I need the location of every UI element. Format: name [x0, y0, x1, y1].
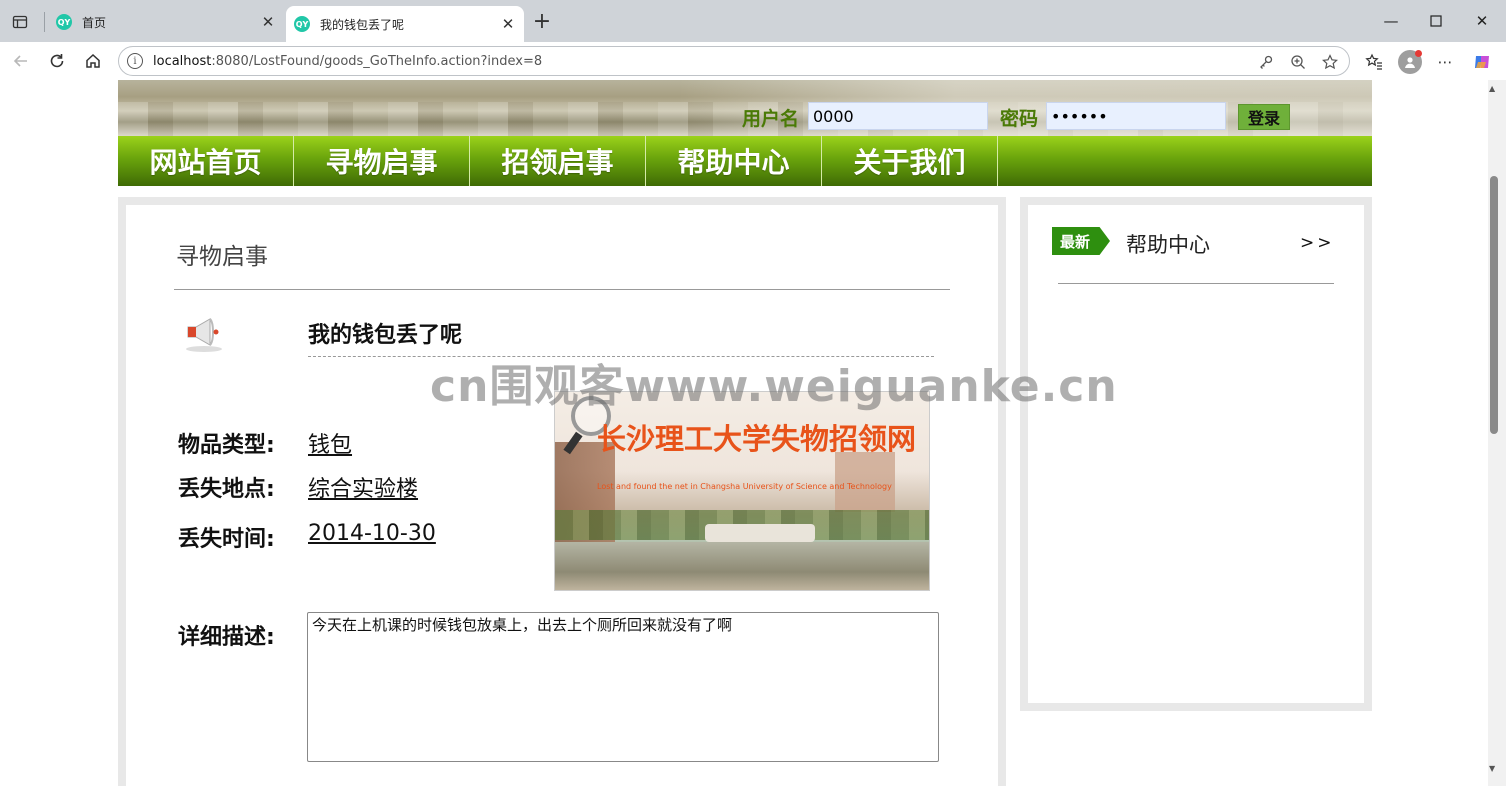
- new-badge: 最新: [1052, 227, 1110, 255]
- sidebar-title: 帮助中心: [1126, 233, 1210, 257]
- site-info-icon[interactable]: i: [127, 53, 143, 69]
- section-title: 寻物启事: [176, 244, 268, 270]
- tab-title: 我的钱包丢了呢: [320, 17, 405, 32]
- scroll-up-icon[interactable]: ▲: [1489, 84, 1495, 93]
- nav-item-help[interactable]: 帮助中心: [646, 136, 822, 186]
- home-icon[interactable]: [80, 48, 106, 74]
- sidebar-divider: [1058, 283, 1334, 284]
- scrollbar-thumb[interactable]: [1490, 176, 1498, 434]
- header-banner: 用户名 密码 登录: [118, 80, 1372, 136]
- site-favicon-icon: QY: [56, 14, 72, 30]
- key-icon[interactable]: [1257, 53, 1275, 71]
- more-menu-icon[interactable]: ⋯: [1433, 50, 1457, 74]
- reload-icon[interactable]: [44, 48, 70, 74]
- close-tab-icon[interactable]: ✕: [260, 14, 276, 30]
- notification-dot: [1415, 50, 1422, 57]
- username-input[interactable]: [808, 102, 988, 130]
- url-path: :8080/LostFound/goods_GoTheInfo.action?i…: [211, 53, 543, 69]
- help-center-panel: 最新 帮助中心 >>: [1020, 197, 1372, 711]
- watermark: cn围观客www.weiguanke.cn: [430, 361, 1118, 412]
- megaphone-icon: [182, 311, 226, 355]
- page-viewport: 用户名 密码 登录 网站首页 寻物启事 招领启事 帮助中心 关于我们 寻物启事 …: [0, 80, 1488, 786]
- browser-tab-bar: QY 首页 ✕ QY 我的钱包丢了呢 ✕ + — ✕: [0, 0, 1506, 42]
- field-label-location: 丢失地点:: [178, 477, 275, 502]
- field-value-location[interactable]: 综合实验楼: [308, 471, 418, 503]
- new-tab-icon[interactable]: +: [530, 10, 554, 34]
- field-value-type[interactable]: 钱包: [308, 427, 352, 459]
- nav-item-lost[interactable]: 寻物启事: [294, 136, 470, 186]
- main-nav: 网站首页 寻物启事 招领启事 帮助中心 关于我们: [118, 136, 1372, 186]
- browser-tab-active[interactable]: QY 我的钱包丢了呢 ✕: [286, 6, 524, 42]
- minimize-icon[interactable]: —: [1376, 8, 1406, 34]
- copilot-icon[interactable]: [1470, 50, 1494, 74]
- tab-title: 首页: [82, 15, 107, 30]
- browser-tab-home[interactable]: QY 首页 ✕: [48, 6, 284, 38]
- nav-item-found[interactable]: 招领启事: [470, 136, 646, 186]
- username-label: 用户名: [742, 108, 800, 130]
- maximize-icon[interactable]: [1421, 8, 1451, 34]
- url-host: localhost: [153, 53, 212, 69]
- back-icon[interactable]: [8, 48, 34, 74]
- more-link[interactable]: >>: [1300, 233, 1335, 253]
- login-button[interactable]: 登录: [1238, 104, 1290, 130]
- tab-separator: [44, 12, 45, 32]
- favorite-star-icon[interactable]: [1321, 53, 1339, 71]
- item-detail-panel: 寻物启事 我的钱包丢了呢 物品类型: 钱包 丢失地点: 综合实验楼 丢失时间: …: [118, 197, 1006, 786]
- tab-actions-icon[interactable]: [8, 10, 32, 34]
- field-label-time: 丢失时间:: [178, 527, 275, 552]
- image-water: [555, 542, 929, 590]
- site-favicon-icon: QY: [294, 16, 310, 32]
- field-label-type: 物品类型:: [178, 433, 275, 458]
- profile-avatar-icon[interactable]: [1398, 50, 1422, 74]
- image-title: 长沙理工大学失物招领网: [597, 422, 917, 456]
- close-tab-icon[interactable]: ✕: [500, 16, 516, 32]
- nav-item-home[interactable]: 网站首页: [118, 136, 294, 186]
- address-bar[interactable]: i localhost:8080/LostFound/goods_GoTheIn…: [118, 46, 1350, 76]
- scroll-down-icon[interactable]: ▼: [1489, 764, 1495, 773]
- password-input[interactable]: [1046, 102, 1226, 130]
- nav-item-about[interactable]: 关于我们: [822, 136, 998, 186]
- favorites-icon[interactable]: [1362, 50, 1386, 74]
- field-label-description: 详细描述:: [178, 625, 275, 650]
- description-textarea[interactable]: 今天在上机课的时候钱包放桌上，出去上个厕所回来就没有了啊: [307, 612, 939, 762]
- zoom-icon[interactable]: [1289, 53, 1307, 71]
- browser-toolbar: i localhost:8080/LostFound/goods_GoTheIn…: [0, 42, 1506, 80]
- field-value-time[interactable]: 2014-10-30: [308, 521, 436, 546]
- password-label: 密码: [1000, 108, 1039, 130]
- item-photo: 长沙理工大学失物招领网 Lost and found the net in Ch…: [554, 391, 930, 591]
- section-divider: [174, 289, 950, 290]
- close-window-icon[interactable]: ✕: [1467, 8, 1497, 34]
- image-subtitle: Lost and found the net in Changsha Unive…: [597, 482, 892, 491]
- image-bridge: [705, 524, 815, 542]
- item-title: 我的钱包丢了呢: [308, 323, 463, 348]
